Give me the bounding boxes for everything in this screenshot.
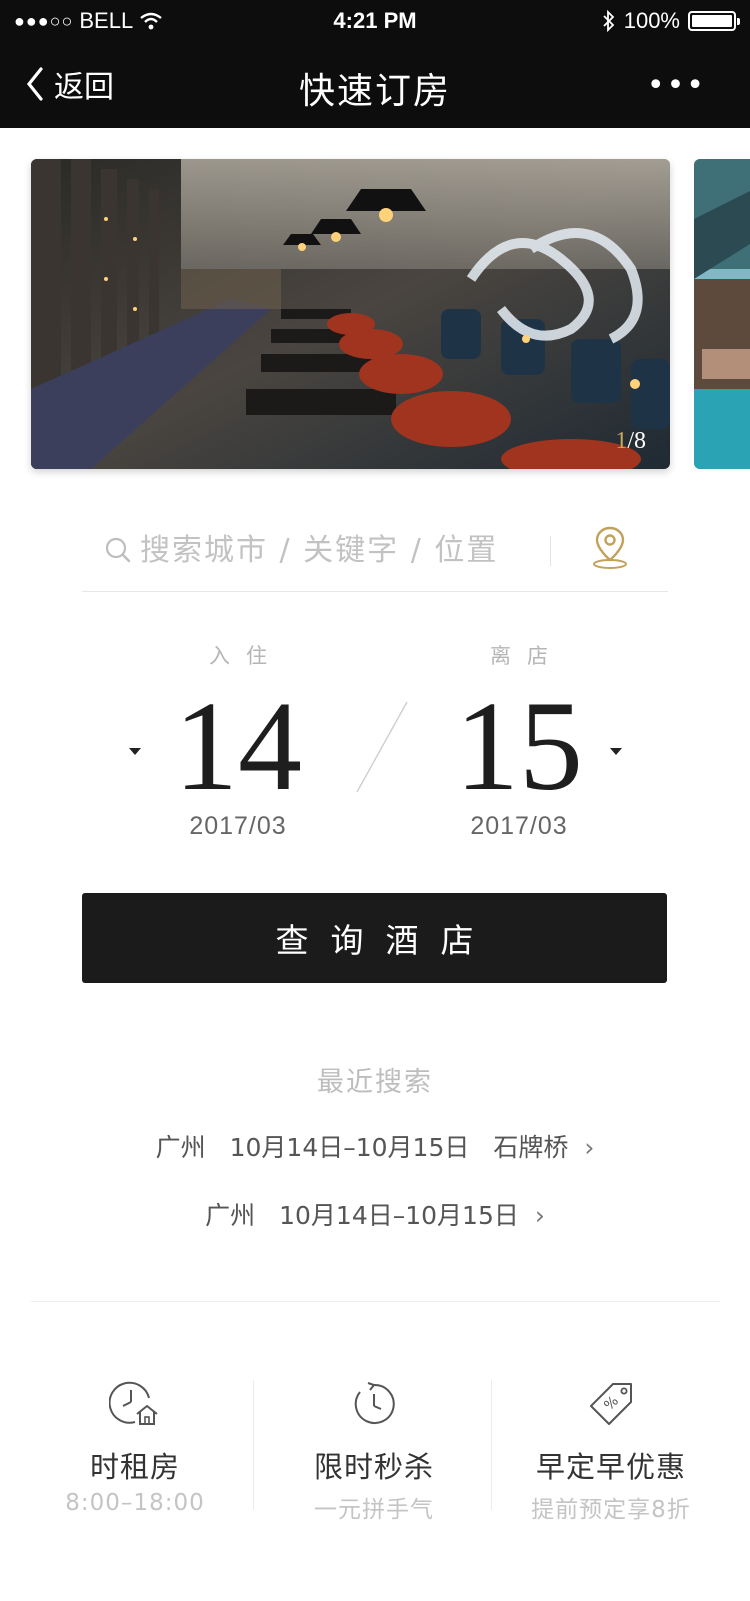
search-bar (82, 510, 668, 592)
feature-name: 早定早优惠 (535, 1450, 686, 1484)
discount-tag-icon: % (590, 1383, 632, 1425)
recent-city: 广州 (155, 1133, 206, 1162)
pager-total: /8 (627, 428, 646, 454)
bluetooth-icon (603, 10, 614, 32)
pool-photo (694, 159, 750, 469)
checkout-month: 2017/03 (470, 812, 568, 840)
checkin-month: 2017/03 (189, 812, 287, 840)
top-bar: ●●●○○ BELL 4:21 PM 100% 返回 快速订房 ••• (0, 0, 750, 128)
clock-home-icon (109, 1381, 158, 1425)
status-right: 100% (602, 8, 740, 34)
hotel-photo-main[interactable]: 1/8 (31, 159, 670, 469)
battery-percent: 100% (623, 8, 680, 33)
feature-name: 限时秒杀 (313, 1450, 434, 1484)
location-pin-icon[interactable] (590, 524, 630, 570)
chevron-right-icon: › (534, 1201, 545, 1230)
search-hotel-button[interactable]: 查询酒店 (82, 893, 667, 983)
chevron-right-icon: › (584, 1133, 595, 1162)
recent-search-title: 最近搜索 (317, 1067, 433, 1098)
section-divider (31, 1301, 720, 1302)
feature-sub: 8:00–18:00 (65, 1490, 205, 1516)
restaurant-photo (31, 159, 670, 469)
countdown-clock-icon (354, 1382, 395, 1424)
feature-name: 时租房 (89, 1450, 180, 1484)
checkout-caret-icon[interactable] (610, 748, 622, 755)
search-icon (105, 537, 131, 563)
feature-hourly-room[interactable]: 时租房 8:00–18:00 (17, 1380, 253, 1516)
feature-sub: 提前预定享8折 (531, 1497, 691, 1523)
checkin-day: 14 (174, 675, 302, 817)
search-input[interactable] (140, 528, 560, 572)
search-divider (550, 536, 551, 566)
checkout-day: 15 (455, 675, 583, 817)
recent-city: 广州 (205, 1201, 256, 1230)
feature-divider (491, 1380, 492, 1510)
recent-search-item[interactable]: 广州 10月14日–10月15日 石牌桥 › (0, 1128, 750, 1164)
page-title: 快速订房 (298, 71, 451, 112)
pager-current: 1 (615, 428, 628, 454)
recent-dates: 10月14日–10月15日 (279, 1201, 519, 1230)
feature-divider (253, 1380, 254, 1510)
feature-sub: 一元拼手气 (314, 1497, 434, 1523)
recent-dates: 10月14日–10月15日 (229, 1133, 470, 1162)
photo-pager: 1/8 (615, 428, 646, 455)
checkin-label: 入住 (209, 644, 283, 668)
svg-text:%: % (601, 1393, 622, 1414)
feature-flash-sale[interactable]: 限时秒杀 一元拼手气 (256, 1380, 492, 1524)
checkout-label: 离店 (490, 644, 564, 668)
hotel-photo-next[interactable] (694, 159, 750, 469)
battery-icon (688, 11, 740, 31)
checkout-date[interactable]: 离店 15 2017/03 (399, 640, 639, 841)
feature-early-bird[interactable]: % 早定早优惠 提前预定享8折 (493, 1380, 729, 1524)
nav-bar: 返回 快速订房 ••• (0, 48, 750, 128)
status-bar: ●●●○○ BELL 4:21 PM 100% (0, 0, 750, 40)
recent-place: 石牌桥 (493, 1133, 569, 1162)
more-button[interactable]: ••• (647, 68, 706, 103)
recent-search-item[interactable]: 广州 10月14日–10月15日 › (0, 1196, 750, 1232)
checkin-date[interactable]: 入住 14 2017/03 (118, 640, 358, 841)
hotel-photo-carousel[interactable]: 1/8 (31, 159, 750, 469)
